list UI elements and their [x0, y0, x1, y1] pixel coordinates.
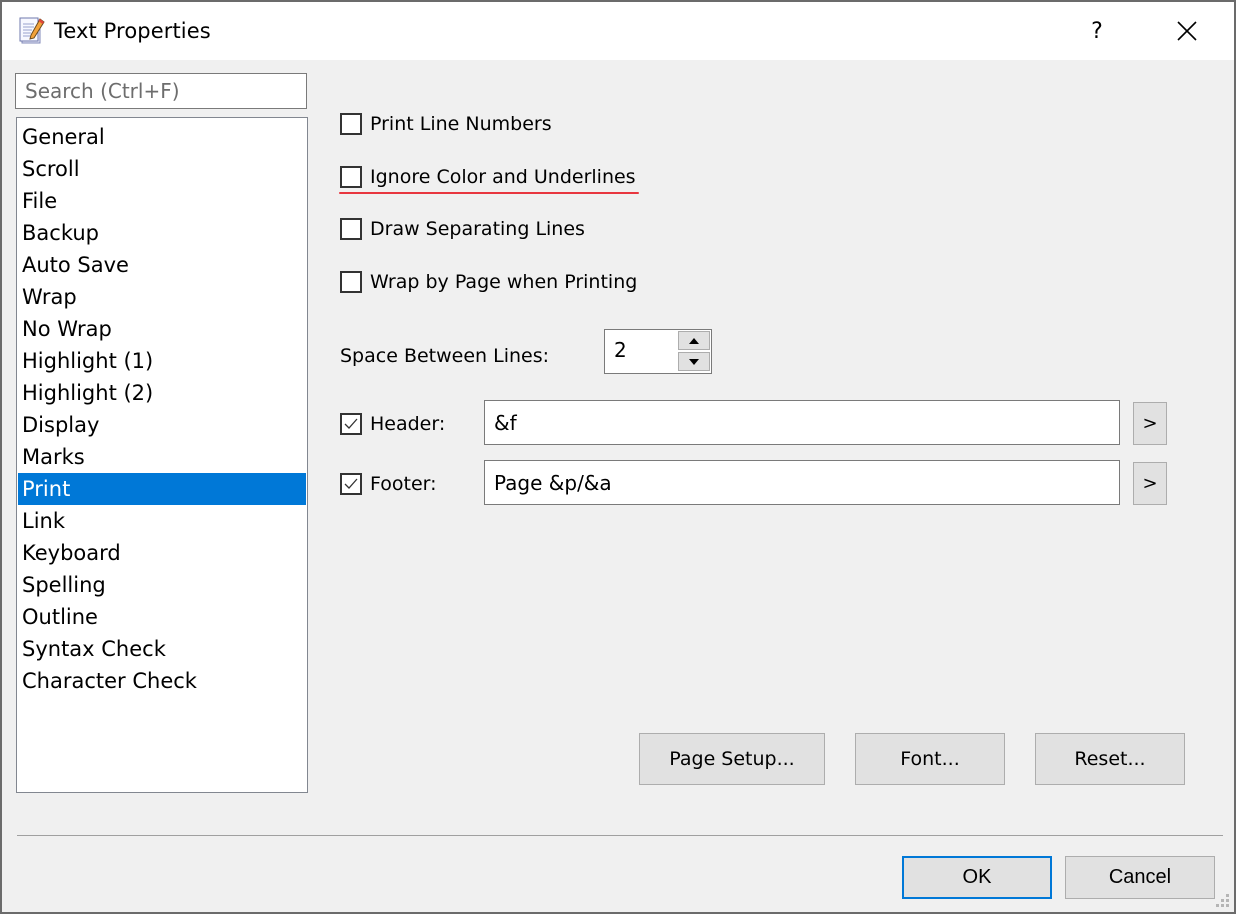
font-button[interactable]: Font...: [855, 733, 1005, 785]
header-label: Header:: [370, 413, 446, 435]
header-input[interactable]: [484, 400, 1120, 445]
category-item-file[interactable]: File: [18, 185, 306, 217]
footer-label: Footer:: [370, 473, 437, 495]
triangle-up-icon: [689, 337, 699, 344]
draw-separating-lines-checkbox[interactable]: [340, 218, 362, 240]
wrap-by-page-option[interactable]: Wrap by Page when Printing: [340, 268, 637, 296]
checkmark-icon: [344, 478, 358, 489]
category-item-spelling[interactable]: Spelling: [18, 569, 306, 601]
header-checkbox[interactable]: [340, 413, 362, 435]
category-item-general[interactable]: General: [18, 121, 306, 153]
category-item-link[interactable]: Link: [18, 505, 306, 537]
category-item-display[interactable]: Display: [18, 409, 306, 441]
ignore-color-underlines-label: Ignore Color and Underlines: [370, 166, 636, 188]
header-insert-button[interactable]: >: [1133, 402, 1167, 445]
wrap-by-page-checkbox[interactable]: [340, 271, 362, 293]
footer-input[interactable]: [484, 460, 1120, 505]
highlight-underline: [339, 192, 639, 194]
footer-insert-button[interactable]: >: [1133, 462, 1167, 505]
reset-button[interactable]: Reset...: [1035, 733, 1185, 785]
print-line-numbers-label: Print Line Numbers: [370, 113, 552, 135]
ignore-color-underlines-option[interactable]: Ignore Color and Underlines: [340, 163, 636, 191]
resize-grip-icon[interactable]: [1216, 894, 1230, 908]
dialog-title: Text Properties: [54, 19, 211, 43]
footer-separator: [17, 835, 1223, 836]
category-item-character-check[interactable]: Character Check: [18, 665, 306, 697]
ignore-color-underlines-checkbox[interactable]: [340, 166, 362, 188]
search-input[interactable]: [15, 73, 307, 109]
text-properties-dialog: Text Properties ? GeneralScrollFileBacku…: [0, 0, 1236, 914]
category-item-auto-save[interactable]: Auto Save: [18, 249, 306, 281]
print-line-numbers-option[interactable]: Print Line Numbers: [340, 110, 552, 138]
print-line-numbers-checkbox[interactable]: [340, 113, 362, 135]
draw-separating-lines-option[interactable]: Draw Separating Lines: [340, 215, 585, 243]
spin-up-button[interactable]: [678, 331, 710, 350]
space-between-lines-spinner[interactable]: 2: [604, 329, 712, 374]
footer-checkbox[interactable]: [340, 473, 362, 495]
cancel-button[interactable]: Cancel: [1065, 856, 1215, 899]
draw-separating-lines-label: Draw Separating Lines: [370, 218, 585, 240]
space-between-lines-value[interactable]: 2: [614, 338, 627, 362]
category-item-marks[interactable]: Marks: [18, 441, 306, 473]
close-button[interactable]: [1162, 10, 1212, 54]
category-item-backup[interactable]: Backup: [18, 217, 306, 249]
category-item-print[interactable]: Print: [18, 473, 306, 505]
header-option[interactable]: Header:: [340, 410, 445, 438]
page-setup-button[interactable]: Page Setup...: [639, 733, 825, 785]
help-icon: ?: [1091, 19, 1103, 44]
category-item-keyboard[interactable]: Keyboard: [18, 537, 306, 569]
wrap-by-page-label: Wrap by Page when Printing: [370, 271, 638, 293]
category-item-highlight-1[interactable]: Highlight (1): [18, 345, 306, 377]
category-item-highlight-2[interactable]: Highlight (2): [18, 377, 306, 409]
spin-down-button[interactable]: [678, 352, 710, 371]
title-bar: Text Properties ?: [2, 2, 1234, 60]
space-between-lines-label: Space Between Lines:: [340, 345, 550, 367]
checkmark-icon: [344, 418, 358, 429]
footer-option[interactable]: Footer:: [340, 470, 437, 498]
category-list[interactable]: General Scroll File Backup Auto Save Wrap No W…: [16, 117, 308, 793]
triangle-down-icon: [689, 358, 699, 365]
category-item-syntax-check[interactable]: Syntax Check: [18, 633, 306, 665]
category-item-scroll[interactable]: Scroll: [18, 153, 306, 185]
close-icon: [1177, 21, 1197, 41]
category-item-no-wrap[interactable]: No Wrap: [18, 313, 306, 345]
notepad-pencil-icon: [18, 16, 46, 46]
category-item-wrap[interactable]: Wrap: [18, 281, 306, 313]
ok-button[interactable]: OK: [902, 856, 1052, 899]
category-item-outline[interactable]: Outline: [18, 601, 306, 633]
help-button[interactable]: ?: [1072, 10, 1122, 54]
